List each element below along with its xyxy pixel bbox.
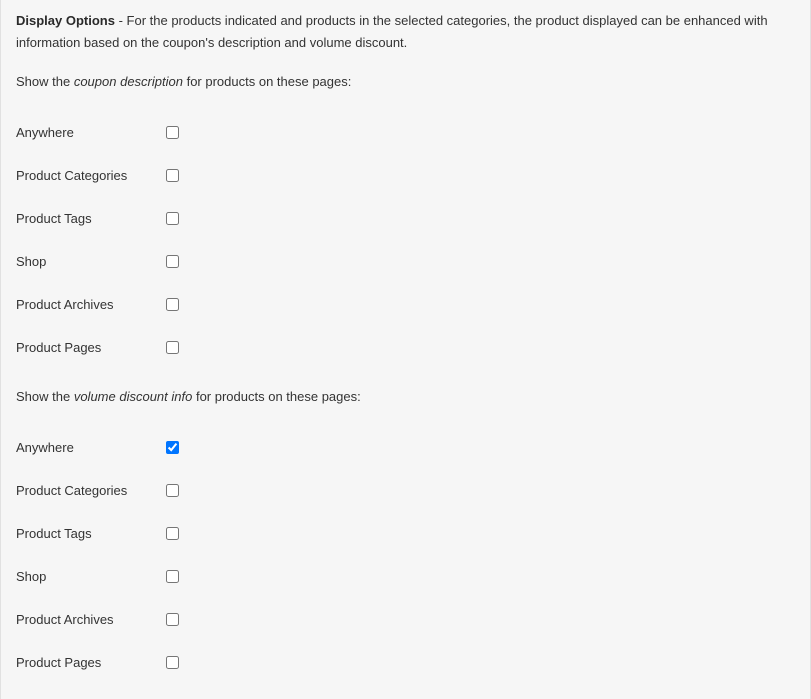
option-row-vd-product-categories: Product Categories: [16, 469, 795, 512]
label-cd-product-pages: Product Pages: [16, 340, 166, 355]
option-row-vd-product-tags: Product Tags: [16, 512, 795, 555]
checkbox-vd-product-archives[interactable]: [166, 613, 179, 626]
checkbox-vd-product-pages[interactable]: [166, 656, 179, 669]
label-vd-anywhere: Anywhere: [16, 440, 166, 455]
description-separator: -: [115, 13, 127, 28]
option-row-cd-anywhere: Anywhere: [16, 111, 795, 154]
checkbox-cd-product-archives[interactable]: [166, 298, 179, 311]
option-row-cd-product-archives: Product Archives: [16, 283, 795, 326]
label-vd-product-pages: Product Pages: [16, 655, 166, 670]
prompt-suffix: for products on these pages:: [192, 389, 360, 404]
checkbox-cd-product-categories[interactable]: [166, 169, 179, 182]
label-vd-shop: Shop: [16, 569, 166, 584]
option-row-cd-product-tags: Product Tags: [16, 197, 795, 240]
label-vd-product-categories: Product Categories: [16, 483, 166, 498]
description-text: For the products indicated and products …: [16, 13, 768, 50]
option-row-cd-product-pages: Product Pages: [16, 326, 795, 369]
prompt-prefix: Show the: [16, 74, 74, 89]
checkbox-vd-shop[interactable]: [166, 570, 179, 583]
checkbox-cd-anywhere[interactable]: [166, 126, 179, 139]
checkbox-vd-anywhere[interactable]: [166, 441, 179, 454]
option-row-vd-anywhere: Anywhere: [16, 426, 795, 469]
prompt-emphasis: volume discount info: [74, 389, 193, 404]
option-row-vd-shop: Shop: [16, 555, 795, 598]
display-options-panel: Display Options - For the products indic…: [0, 0, 811, 699]
option-row-vd-product-archives: Product Archives: [16, 598, 795, 641]
display-options-description: Display Options - For the products indic…: [16, 10, 795, 54]
checkbox-cd-product-tags[interactable]: [166, 212, 179, 225]
prompt-suffix: for products on these pages:: [183, 74, 351, 89]
label-cd-shop: Shop: [16, 254, 166, 269]
label-cd-anywhere: Anywhere: [16, 125, 166, 140]
checkbox-vd-product-tags[interactable]: [166, 527, 179, 540]
prompt-emphasis: coupon description: [74, 74, 183, 89]
label-cd-product-archives: Product Archives: [16, 297, 166, 312]
prompt-prefix: Show the: [16, 389, 74, 404]
option-row-vd-product-pages: Product Pages: [16, 641, 795, 684]
label-cd-product-categories: Product Categories: [16, 168, 166, 183]
label-vd-product-archives: Product Archives: [16, 612, 166, 627]
volume-discount-prompt: Show the volume discount info for produc…: [16, 387, 795, 408]
label-cd-product-tags: Product Tags: [16, 211, 166, 226]
option-row-cd-shop: Shop: [16, 240, 795, 283]
checkbox-vd-product-categories[interactable]: [166, 484, 179, 497]
display-options-title: Display Options: [16, 13, 115, 28]
checkbox-cd-product-pages[interactable]: [166, 341, 179, 354]
checkbox-cd-shop[interactable]: [166, 255, 179, 268]
label-vd-product-tags: Product Tags: [16, 526, 166, 541]
coupon-description-prompt: Show the coupon description for products…: [16, 72, 795, 93]
option-row-cd-product-categories: Product Categories: [16, 154, 795, 197]
